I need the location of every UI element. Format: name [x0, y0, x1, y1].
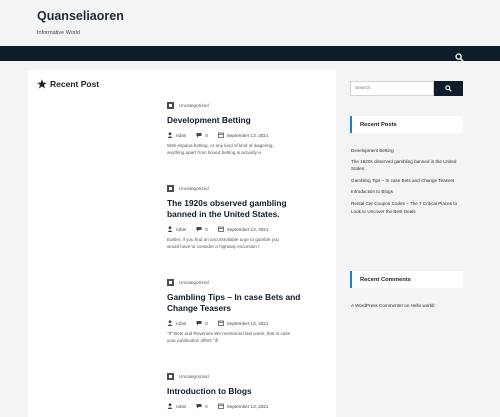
comment-icon	[196, 227, 202, 232]
post-title[interactable]: Introduction to Blogs	[167, 386, 317, 397]
post-comments[interactable]: 0	[205, 321, 208, 326]
recent-post-link[interactable]: The 1920s observed gambling banned in th…	[351, 158, 466, 173]
sidebar-search	[350, 81, 463, 96]
post-comments[interactable]: 0	[205, 404, 208, 409]
search-button[interactable]	[434, 81, 463, 96]
search-input[interactable]	[350, 81, 434, 96]
comment-icon	[196, 133, 202, 138]
post-item: Uncategorized Development Betting robin …	[167, 101, 317, 156]
post-category[interactable]: Uncategorized	[167, 101, 317, 109]
folder-icon	[167, 372, 174, 380]
site-description: Informative World	[37, 30, 80, 36]
post-excerpt: With espana betting, or any kind of kind…	[167, 143, 274, 155]
post-date[interactable]: September 13, 2021	[227, 133, 269, 138]
recent-post-link[interactable]: Rental Car Coupon Codes – The 7 Critical…	[351, 200, 466, 215]
category-label[interactable]: Uncategorized	[179, 374, 209, 379]
user-icon	[167, 226, 173, 232]
calendar-icon	[217, 403, 224, 409]
post-author[interactable]: robin	[176, 404, 186, 409]
category-label[interactable]: Uncategorized	[179, 186, 209, 191]
recent-comment-link[interactable]: A WordPress Commenter on Hello world!	[351, 302, 466, 310]
star-icon	[37, 79, 47, 89]
main-content: Recent Post Uncategorized Development Be…	[28, 70, 336, 417]
post-comments[interactable]: 0	[205, 133, 208, 138]
post-meta: robin 0 September 13, 2021	[167, 402, 317, 410]
user-icon	[167, 403, 173, 409]
recent-post-link[interactable]: Introduction to Blogs	[351, 188, 466, 196]
comment-icon	[196, 404, 202, 409]
folder-icon	[167, 101, 174, 109]
recent-comments-heading: Recent Comments	[350, 271, 463, 288]
site-title[interactable]: Quanseliaoren	[37, 9, 124, 23]
post-item: Uncategorized Gambling Tips – In case Be…	[167, 278, 317, 344]
site-header: Quanseliaoren Informative World	[0, 0, 500, 46]
post-author[interactable]: robin	[176, 321, 186, 326]
folder-icon	[167, 278, 174, 286]
calendar-icon	[217, 320, 224, 326]
recent-posts-heading: Recent Posts	[350, 116, 463, 133]
post-meta: robin 0 September 13, 2021	[167, 319, 317, 327]
category-label[interactable]: Uncategorized	[179, 103, 209, 108]
search-icon[interactable]	[455, 49, 464, 62]
post-category[interactable]: Uncategorized	[167, 278, 317, 286]
post-excerpt: "If" Bets and Reverses We mentioned last…	[167, 331, 291, 343]
post-meta: robin 0 September 13, 2021	[167, 131, 317, 139]
recent-post-link[interactable]: Development Betting	[351, 147, 466, 155]
post-author[interactable]: robin	[176, 133, 186, 138]
post-item: Uncategorized Introduction to Blogs robi…	[167, 372, 317, 410]
user-icon	[167, 320, 173, 326]
post-meta: robin 0 September 13, 2021	[167, 225, 317, 233]
section-header: Recent Post	[37, 79, 99, 89]
recent-comments-list: A WordPress Commenter on Hello world!	[351, 302, 466, 310]
post-title[interactable]: Gambling Tips – In case Bets and Change …	[167, 292, 317, 314]
post-comments[interactable]: 0	[205, 227, 208, 232]
post-date[interactable]: September 13, 2021	[227, 227, 269, 232]
recent-post-link[interactable]: Gambling Tips – In case Bets and Change …	[351, 177, 466, 185]
category-label[interactable]: Uncategorized	[179, 280, 209, 285]
search-icon	[445, 85, 452, 92]
post-title[interactable]: The 1920s observed gambling banned in th…	[167, 198, 317, 220]
post-item: Uncategorized The 1920s observed gamblin…	[167, 184, 317, 250]
post-date[interactable]: September 13, 2021	[227, 321, 269, 326]
recent-posts-list: Development Betting The 1920s observed g…	[351, 147, 466, 215]
comment-icon	[196, 321, 202, 326]
post-category[interactable]: Uncategorized	[167, 372, 317, 380]
folder-icon	[167, 184, 174, 192]
post-category[interactable]: Uncategorized	[167, 184, 317, 192]
main-navbar	[0, 46, 500, 62]
calendar-icon	[217, 132, 224, 138]
user-icon	[167, 132, 173, 138]
section-title: Recent Post	[50, 79, 100, 89]
post-excerpt: Earlier, if you find an uncontrollable u…	[167, 237, 280, 249]
calendar-icon	[217, 226, 224, 232]
post-author[interactable]: robin	[176, 227, 186, 232]
post-date[interactable]: September 13, 2021	[227, 404, 269, 409]
post-title[interactable]: Development Betting	[167, 115, 317, 126]
